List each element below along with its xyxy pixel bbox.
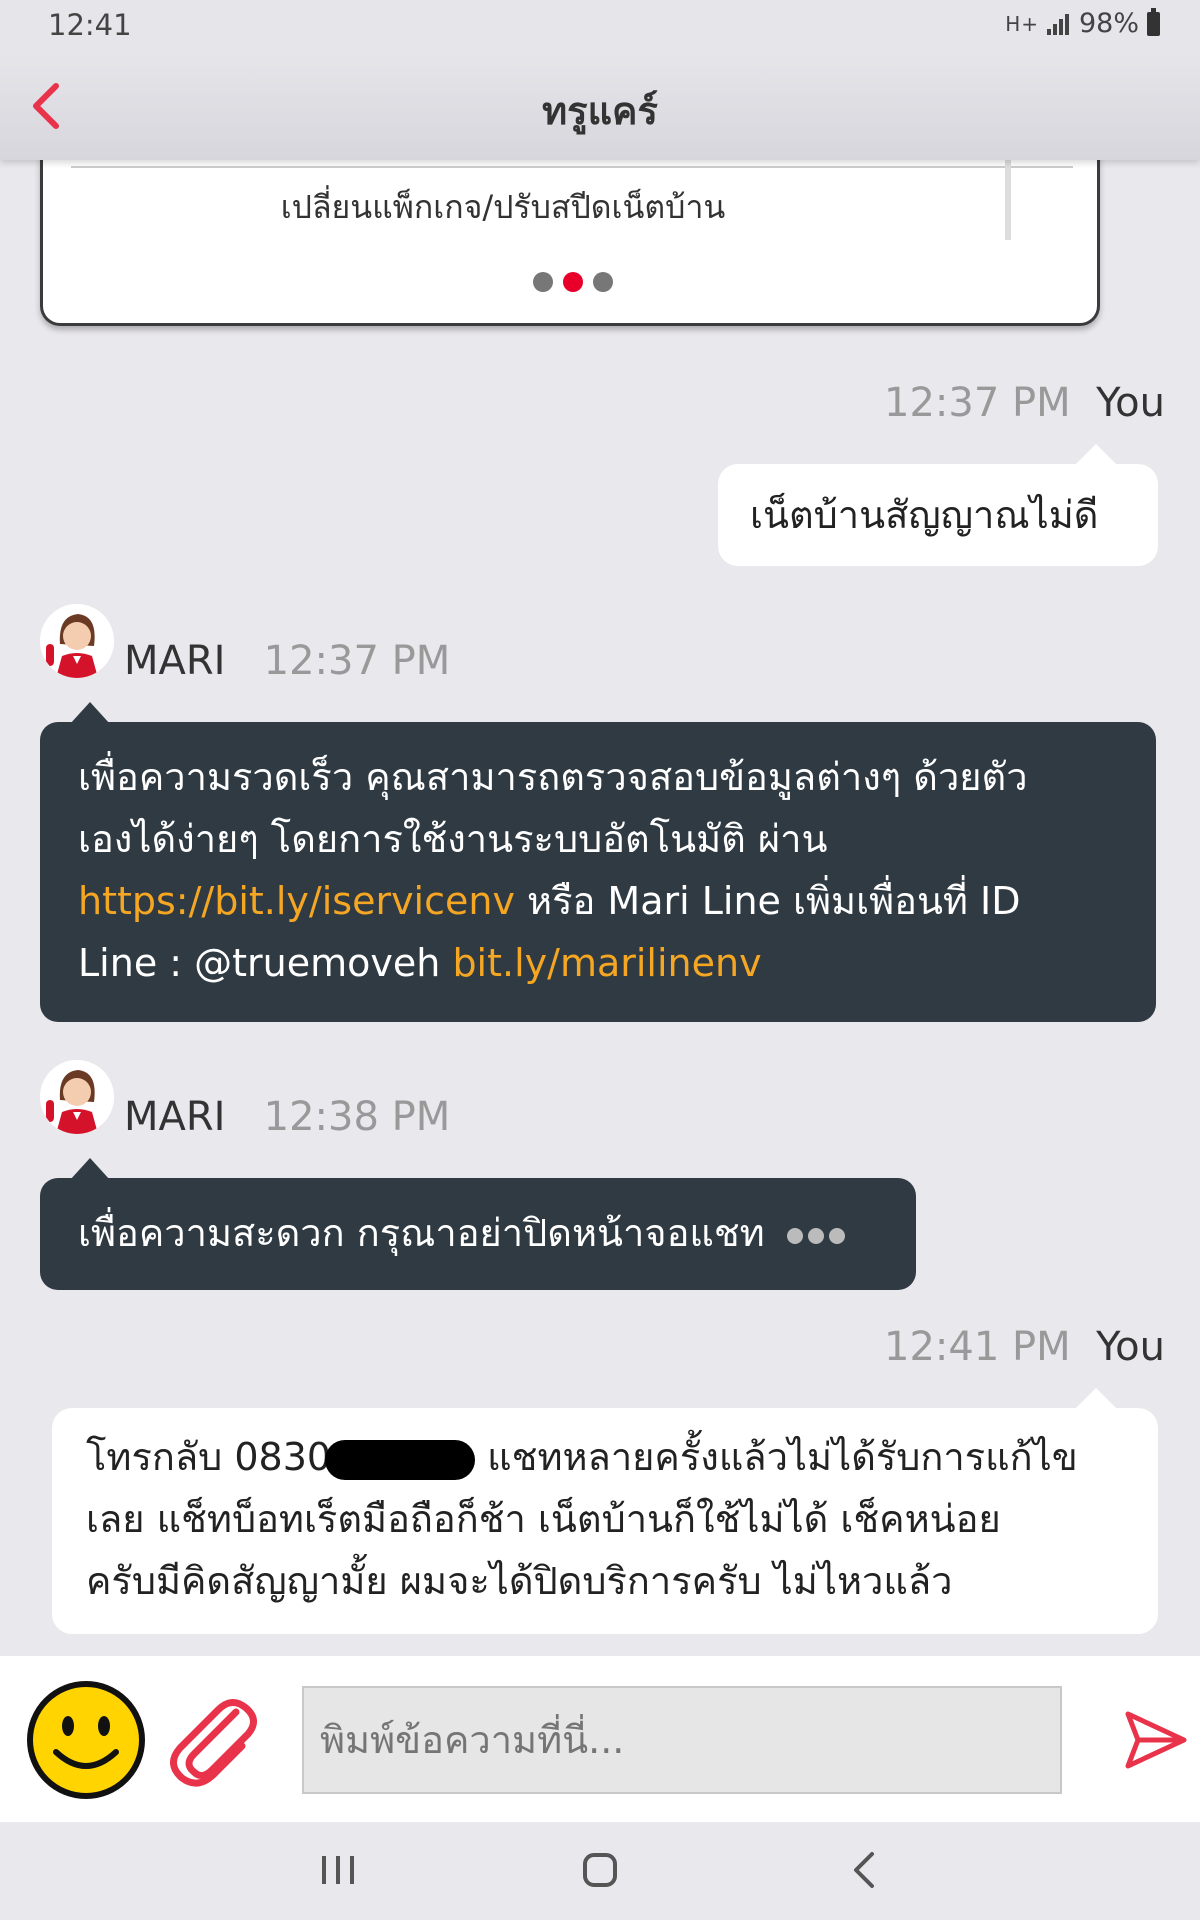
message-sender: You xyxy=(1096,380,1166,426)
message-line: เองได้ง่ายๆ โดยการใช้งานระบบอัตโนมัติ ผ่… xyxy=(78,817,828,861)
message-input[interactable] xyxy=(302,1686,1062,1794)
message-line: ครับมีคิดสัญญามั้ย ผมจะได้ปิดบริการครับ … xyxy=(86,1559,953,1603)
message-time: 12:37 PM xyxy=(884,380,1071,426)
nav-back-button[interactable] xyxy=(850,1850,880,1890)
attach-button[interactable] xyxy=(166,1692,260,1788)
message-composer xyxy=(0,1656,1200,1822)
card-option-change-package[interactable]: เปลี่ยนแพ็กเกจ/ปรับสปีดเน็ตบ้าน xyxy=(43,182,963,233)
iservice-link[interactable]: https://bit.ly/iservicenv xyxy=(78,879,515,923)
carousel-dot[interactable] xyxy=(533,272,553,292)
chat-header: ทรูแคร์ xyxy=(0,52,1200,160)
message-line: เลย แช็ทบ็อทเร็ตมือถือก็ช้า เน็ตบ้านก็ใช… xyxy=(86,1497,1001,1541)
message-sender: You xyxy=(1096,1324,1166,1370)
status-bar: 12:41 H+ 98% xyxy=(0,0,1200,52)
bot-message-bubble: เพื่อความรวดเร็ว คุณสามารถตรวจสอบข้อมูลต… xyxy=(40,702,1156,1022)
message-meta: 12:37 PM You xyxy=(884,380,1165,426)
mari-avatar-icon xyxy=(40,1060,114,1134)
page-title: ทรูแคร์ xyxy=(542,89,658,133)
mari-avatar xyxy=(40,1060,114,1134)
message-time: 12:41 PM xyxy=(884,1324,1071,1370)
message-meta: MARI 12:38 PM xyxy=(124,1094,450,1140)
message-sender: MARI xyxy=(124,1094,226,1140)
carousel-dot-active[interactable] xyxy=(563,272,583,292)
emoji-button[interactable] xyxy=(26,1680,146,1800)
message-line: https://bit.ly/iservicenv หรือ Mari Line… xyxy=(78,870,1118,932)
message-text: โทรกลับ 0830 xyxy=(86,1435,332,1479)
message-line: Line : @truemoveh bit.ly/marilinenv xyxy=(78,932,1118,994)
redacted-phone xyxy=(325,1439,476,1480)
send-button[interactable] xyxy=(1124,1710,1188,1770)
message-line: เพื่อความรวดเร็ว คุณสามารถตรวจสอบข้อมูลต… xyxy=(78,755,1028,799)
home-button[interactable] xyxy=(582,1852,618,1888)
message-time: 12:37 PM xyxy=(263,638,451,684)
card-divider xyxy=(71,166,1073,168)
message-text: เพื่อความสะดวก กรุณาอย่าปิดหน้าจอแชท xyxy=(78,1211,765,1255)
message-meta: 12:41 PM You xyxy=(884,1324,1165,1370)
battery-percent: 98% xyxy=(1078,8,1139,39)
system-nav-bar xyxy=(0,1822,1200,1920)
mariline-link[interactable]: bit.ly/marilinenv xyxy=(452,941,761,985)
message-time: 12:38 PM xyxy=(263,1094,451,1140)
message-text: แชทหลายครั้งแล้วไม่ได้รับการแก้ไข xyxy=(475,1435,1078,1479)
battery-icon xyxy=(1147,7,1160,36)
message-line: โทรกลับ 0830 แชทหลายครั้งแล้วไม่ได้รับกา… xyxy=(86,1426,1124,1488)
user-message-bubble: โทรกลับ 0830 แชทหลายครั้งแล้วไม่ได้รับกา… xyxy=(52,1388,1158,1634)
bot-message-bubble: เพื่อความสะดวก กรุณาอย่าปิดหน้าจอแชท xyxy=(40,1158,916,1290)
recent-apps-button[interactable] xyxy=(318,1854,358,1886)
status-time: 12:41 xyxy=(48,8,132,42)
network-type: H+ xyxy=(1005,11,1039,36)
signal-icon xyxy=(1046,13,1069,35)
status-indicators: H+ 98% xyxy=(1005,7,1160,39)
mari-avatar xyxy=(40,604,114,678)
message-sender: MARI xyxy=(124,638,226,684)
user-message-bubble: เน็ตบ้านสัญญาณไม่ดี xyxy=(718,444,1158,566)
message-text: Line : @truemoveh xyxy=(78,941,453,985)
carousel-dots xyxy=(533,272,613,292)
message-text: เน็ตบ้านสัญญาณไม่ดี xyxy=(750,493,1099,537)
message-meta: MARI 12:37 PM xyxy=(124,638,450,684)
carousel-dot[interactable] xyxy=(593,272,613,292)
mari-avatar-icon xyxy=(40,604,114,678)
typing-indicator-icon xyxy=(786,1227,845,1244)
message-text: หรือ Mari Line เพิ่มเพื่อนที่ ID xyxy=(514,879,1021,923)
